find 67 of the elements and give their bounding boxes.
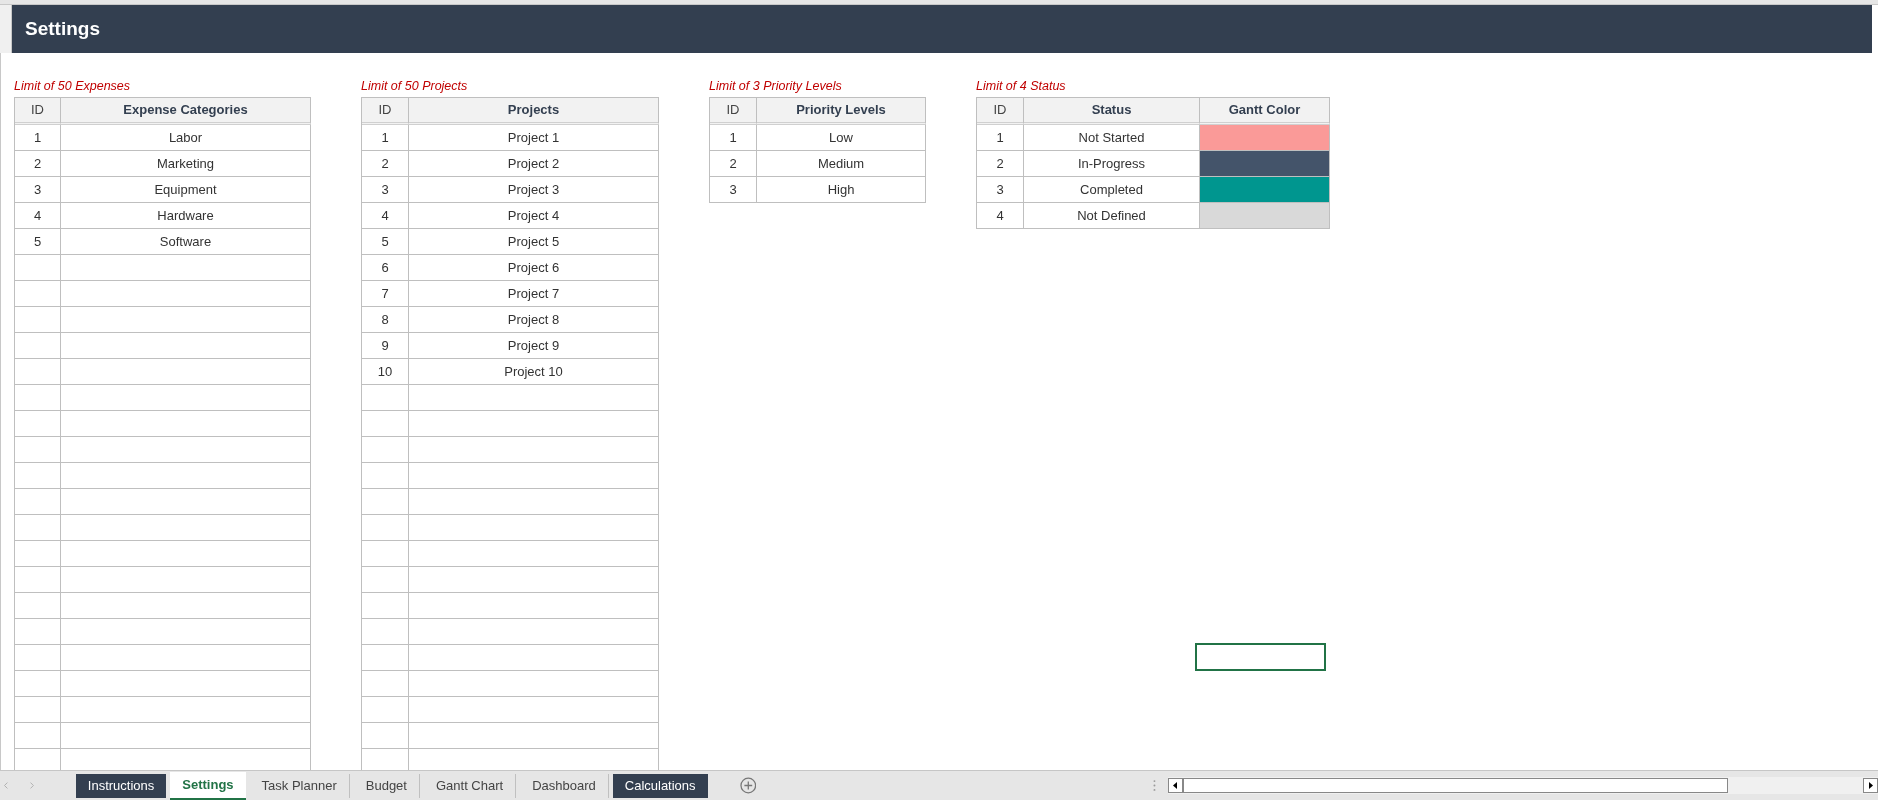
table-cell: 4 — [977, 203, 1024, 229]
table-cell: 5 — [362, 229, 409, 255]
sheet-tab[interactable]: Instructions — [75, 773, 167, 798]
column-header: Gantt Color — [1200, 98, 1330, 125]
table-cell: 1 — [710, 125, 757, 151]
table-cell: 1 — [15, 125, 61, 151]
sheet-tab[interactable]: Gantt Chart — [423, 773, 517, 798]
table-cell: Project 1 — [409, 125, 659, 151]
sheet-tab[interactable]: Settings — [170, 771, 246, 800]
scroll-right-icon[interactable] — [1863, 778, 1878, 793]
table-cell: 10 — [362, 359, 409, 385]
column-header: Status — [1024, 98, 1200, 125]
table-cell: 6 — [362, 255, 409, 281]
table-cell: 2 — [15, 151, 61, 177]
column-header: ID — [710, 98, 757, 125]
table-cell: Hardware — [61, 203, 311, 229]
table-cell: 8 — [362, 307, 409, 333]
table-cell: Project 5 — [409, 229, 659, 255]
table-cell: Software — [61, 229, 311, 255]
column-header: ID — [362, 98, 409, 125]
sheet-tab[interactable]: Dashboard — [520, 773, 609, 798]
table-cell: Project 4 — [409, 203, 659, 229]
table-cell: Equipment — [61, 177, 311, 203]
column-header: ID — [15, 98, 61, 125]
table-cell: Medium — [757, 151, 926, 177]
table-cell: 4 — [15, 203, 61, 229]
table-cell: Project 6 — [409, 255, 659, 281]
table-cell: 1 — [362, 125, 409, 151]
table-cell: 7 — [362, 281, 409, 307]
table-cell: Project 3 — [409, 177, 659, 203]
table-cell: Marketing — [61, 151, 311, 177]
table-cell: Low — [757, 125, 926, 151]
table-cell: 2 — [977, 151, 1024, 177]
table-cell: 1 — [977, 125, 1024, 151]
sheet-tab[interactable]: Budget — [353, 773, 420, 798]
table-cell: 9 — [362, 333, 409, 359]
table-cell: High — [757, 177, 926, 203]
table-cell: Project 10 — [409, 359, 659, 385]
horizontal-scrollbar[interactable] — [1168, 777, 1878, 794]
sheet-tab[interactable]: Task Planner — [249, 773, 350, 798]
table-cell: 4 — [362, 203, 409, 229]
table-cell: Project 8 — [409, 307, 659, 333]
table-cell: 5 — [15, 229, 61, 255]
table-cell: Project 9 — [409, 333, 659, 359]
table-cell: 2 — [362, 151, 409, 177]
scrollbar-thumb[interactable] — [1183, 778, 1729, 793]
table-cell: 2 — [710, 151, 757, 177]
table-cell: Labor — [61, 125, 311, 151]
table-cell: 3 — [362, 177, 409, 203]
column-header: Expense Categories — [61, 98, 311, 125]
table-cell: 3 — [977, 177, 1024, 203]
column-header: Priority Levels — [757, 98, 926, 125]
splitter-handle-icon[interactable] — [1153, 779, 1157, 792]
column-header: Projects — [409, 98, 659, 125]
column-header: ID — [977, 98, 1024, 125]
limit-note: Limit of 50 Projects — [361, 78, 469, 95]
limit-note: Limit of 4 Status — [976, 78, 1067, 95]
table-cell: Project 7 — [409, 281, 659, 307]
add-sheet-icon[interactable] — [739, 777, 757, 794]
table-cell: 3 — [710, 177, 757, 203]
table-cell: 3 — [15, 177, 61, 203]
sheet-tab[interactable]: Calculations — [612, 773, 708, 798]
sheet-title: Settings — [25, 16, 100, 41]
scroll-left-icon[interactable] — [1168, 778, 1184, 793]
limit-note: Limit of 50 Expenses — [14, 78, 132, 95]
table-cell: Project 2 — [409, 151, 659, 177]
limit-note: Limit of 3 Priority Levels — [709, 78, 843, 95]
